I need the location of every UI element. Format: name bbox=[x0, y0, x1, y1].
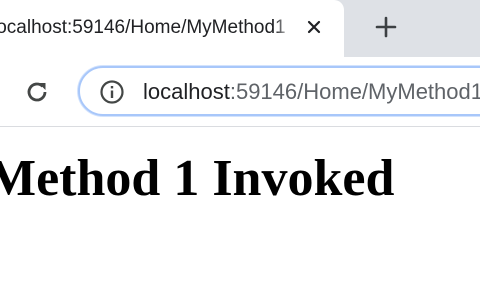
plus-icon bbox=[375, 16, 397, 38]
reload-icon bbox=[27, 82, 47, 102]
url-host: localhost bbox=[143, 79, 230, 104]
info-icon bbox=[100, 80, 124, 104]
active-tab[interactable]: localhost:59146/Home/MyMethod1 bbox=[0, 0, 344, 57]
page-heading: Method 1 Invoked bbox=[0, 150, 395, 207]
site-info-button[interactable] bbox=[99, 79, 125, 105]
url-text[interactable]: localhost:59146/Home/MyMethod1 bbox=[143, 78, 480, 106]
new-tab-button[interactable] bbox=[369, 10, 403, 44]
reload-button[interactable] bbox=[19, 74, 55, 110]
page-content: Method 1 Invoked bbox=[0, 127, 480, 300]
browser-toolbar: localhost:59146/Home/MyMethod1 bbox=[0, 57, 480, 127]
tab-title: localhost:59146/Home/MyMethod1 bbox=[0, 17, 286, 38]
tab-strip: localhost:59146/Home/MyMethod1 bbox=[0, 0, 480, 57]
browser-window: localhost:59146/Home/MyMethod1 localhost… bbox=[0, 0, 480, 300]
tab-close-button[interactable] bbox=[300, 13, 328, 41]
close-icon bbox=[307, 20, 321, 34]
address-bar[interactable]: localhost:59146/Home/MyMethod1 bbox=[78, 66, 480, 116]
url-path: :59146/Home/MyMethod1 bbox=[229, 79, 480, 104]
